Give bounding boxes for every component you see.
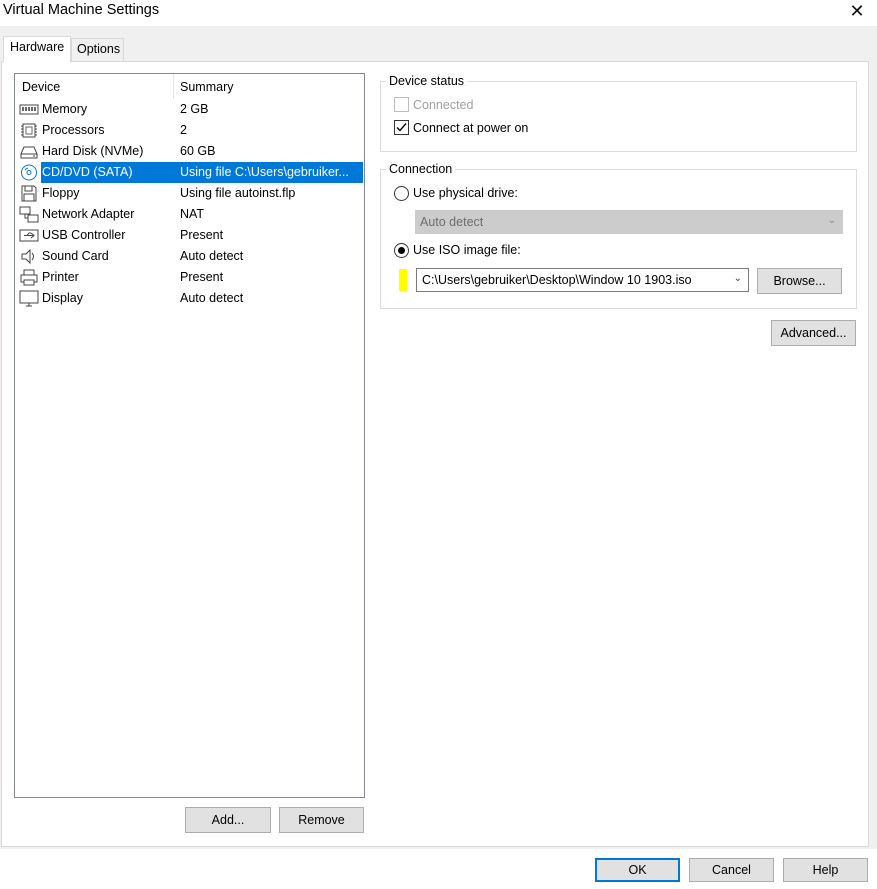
device-name: Memory xyxy=(42,102,88,116)
device-summary: 2 xyxy=(180,123,187,137)
physical-drive-radio[interactable] xyxy=(394,186,409,201)
column-header-summary[interactable]: Summary xyxy=(180,80,233,94)
device-summary: Present xyxy=(180,228,224,242)
device-row-processors[interactable]: Processors 2 xyxy=(15,120,364,141)
remove-button[interactable]: Remove xyxy=(279,807,364,833)
connected-label: Connected xyxy=(413,98,474,112)
device-row-printer[interactable]: Printer Present xyxy=(15,267,364,288)
device-list[interactable]: Device Summary Memory 2 GB Processors 2 … xyxy=(14,73,365,798)
device-row-sound-card[interactable]: Sound Card Auto detect xyxy=(15,246,364,267)
chevron-down-icon: ⌄ xyxy=(827,215,836,226)
radio-selected-dot xyxy=(398,247,405,254)
device-name: USB Controller xyxy=(42,228,126,242)
device-name: Floppy xyxy=(42,186,80,200)
title-bar: Virtual Machine Settings ✕ xyxy=(0,0,877,26)
tab-hardware[interactable]: Hardware xyxy=(3,36,71,62)
browse-button[interactable]: Browse... xyxy=(757,268,842,294)
device-name: Processors xyxy=(42,123,105,137)
usb-icon xyxy=(19,229,39,242)
device-name: Network Adapter xyxy=(42,207,135,221)
iso-image-label: Use ISO image file: xyxy=(413,243,521,257)
device-summary: 2 GB xyxy=(180,102,209,116)
device-summary: 60 GB xyxy=(180,144,216,158)
memory-icon xyxy=(19,104,39,115)
connect-at-power-on-label: Connect at power on xyxy=(413,121,529,135)
speaker-icon xyxy=(21,248,34,265)
highlight-marker xyxy=(399,269,407,291)
cd-dvd-icon xyxy=(21,164,37,181)
device-row-memory[interactable]: Memory 2 GB xyxy=(15,99,364,120)
checkmark-icon xyxy=(396,123,407,132)
hard-disk-icon xyxy=(20,146,38,159)
processor-icon xyxy=(21,123,37,138)
cancel-button[interactable]: Cancel xyxy=(689,858,774,882)
physical-drive-value: Auto detect xyxy=(420,215,484,229)
help-button[interactable]: Help xyxy=(783,858,868,882)
device-summary: Auto detect xyxy=(180,291,244,305)
device-name: Sound Card xyxy=(42,249,109,263)
device-row-cd-dvd[interactable]: CD/DVD (SATA) Using file C:\Users\gebrui… xyxy=(15,162,364,183)
floppy-icon xyxy=(21,185,37,202)
column-header-device[interactable]: Device xyxy=(22,80,60,94)
ok-button[interactable]: OK xyxy=(595,858,680,882)
iso-path-value: C:\Users\gebruiker\Desktop\Window 10 190… xyxy=(422,273,692,287)
list-header: Device Summary xyxy=(15,74,364,100)
selected-row-highlight: CD/DVD (SATA) Using file C:\Users\gebrui… xyxy=(41,162,363,183)
iso-path-combobox[interactable]: C:\Users\gebruiker\Desktop\Window 10 190… xyxy=(416,268,749,292)
device-row-floppy[interactable]: Floppy Using file autoinst.flp xyxy=(15,183,364,204)
column-separator[interactable] xyxy=(173,74,174,99)
device-row-display[interactable]: Display Auto detect xyxy=(15,288,364,309)
advanced-button[interactable]: Advanced... xyxy=(771,320,856,346)
printer-icon xyxy=(20,269,38,286)
add-button[interactable]: Add... xyxy=(185,807,271,833)
iso-image-radio[interactable] xyxy=(394,243,409,258)
device-row-usb-controller[interactable]: USB Controller Present xyxy=(15,225,364,246)
chevron-down-icon[interactable]: ⌄ xyxy=(734,273,742,284)
device-status-label: Device status xyxy=(386,74,468,88)
connected-checkbox[interactable] xyxy=(394,97,409,112)
device-row-hard-disk[interactable]: Hard Disk (NVMe) 60 GB xyxy=(15,141,364,162)
device-name: Display xyxy=(42,291,83,305)
tab-options[interactable]: Options xyxy=(71,38,124,61)
device-name: Hard Disk (NVMe) xyxy=(42,144,144,158)
device-name: Printer xyxy=(42,270,79,284)
device-summary: NAT xyxy=(180,207,205,221)
window-title: Virtual Machine Settings xyxy=(3,2,160,18)
connection-label: Connection xyxy=(386,162,456,176)
device-summary: Using file autoinst.flp xyxy=(180,186,296,200)
device-summary: Auto detect xyxy=(180,249,244,263)
device-name: CD/DVD (SATA) xyxy=(42,165,133,179)
device-row-network-adapter[interactable]: Network Adapter NAT xyxy=(15,204,364,225)
close-icon[interactable]: ✕ xyxy=(846,0,868,22)
physical-drive-select[interactable]: Auto detect ⌄ xyxy=(415,210,843,234)
physical-drive-label: Use physical drive: xyxy=(413,186,518,200)
device-status-group xyxy=(380,81,857,152)
display-icon xyxy=(19,290,39,307)
connect-at-power-on-checkbox[interactable] xyxy=(394,120,409,135)
device-summary: Present xyxy=(180,270,224,284)
network-adapter-icon xyxy=(19,206,39,223)
device-summary: Using file C:\Users\gebruiker... xyxy=(180,165,349,179)
